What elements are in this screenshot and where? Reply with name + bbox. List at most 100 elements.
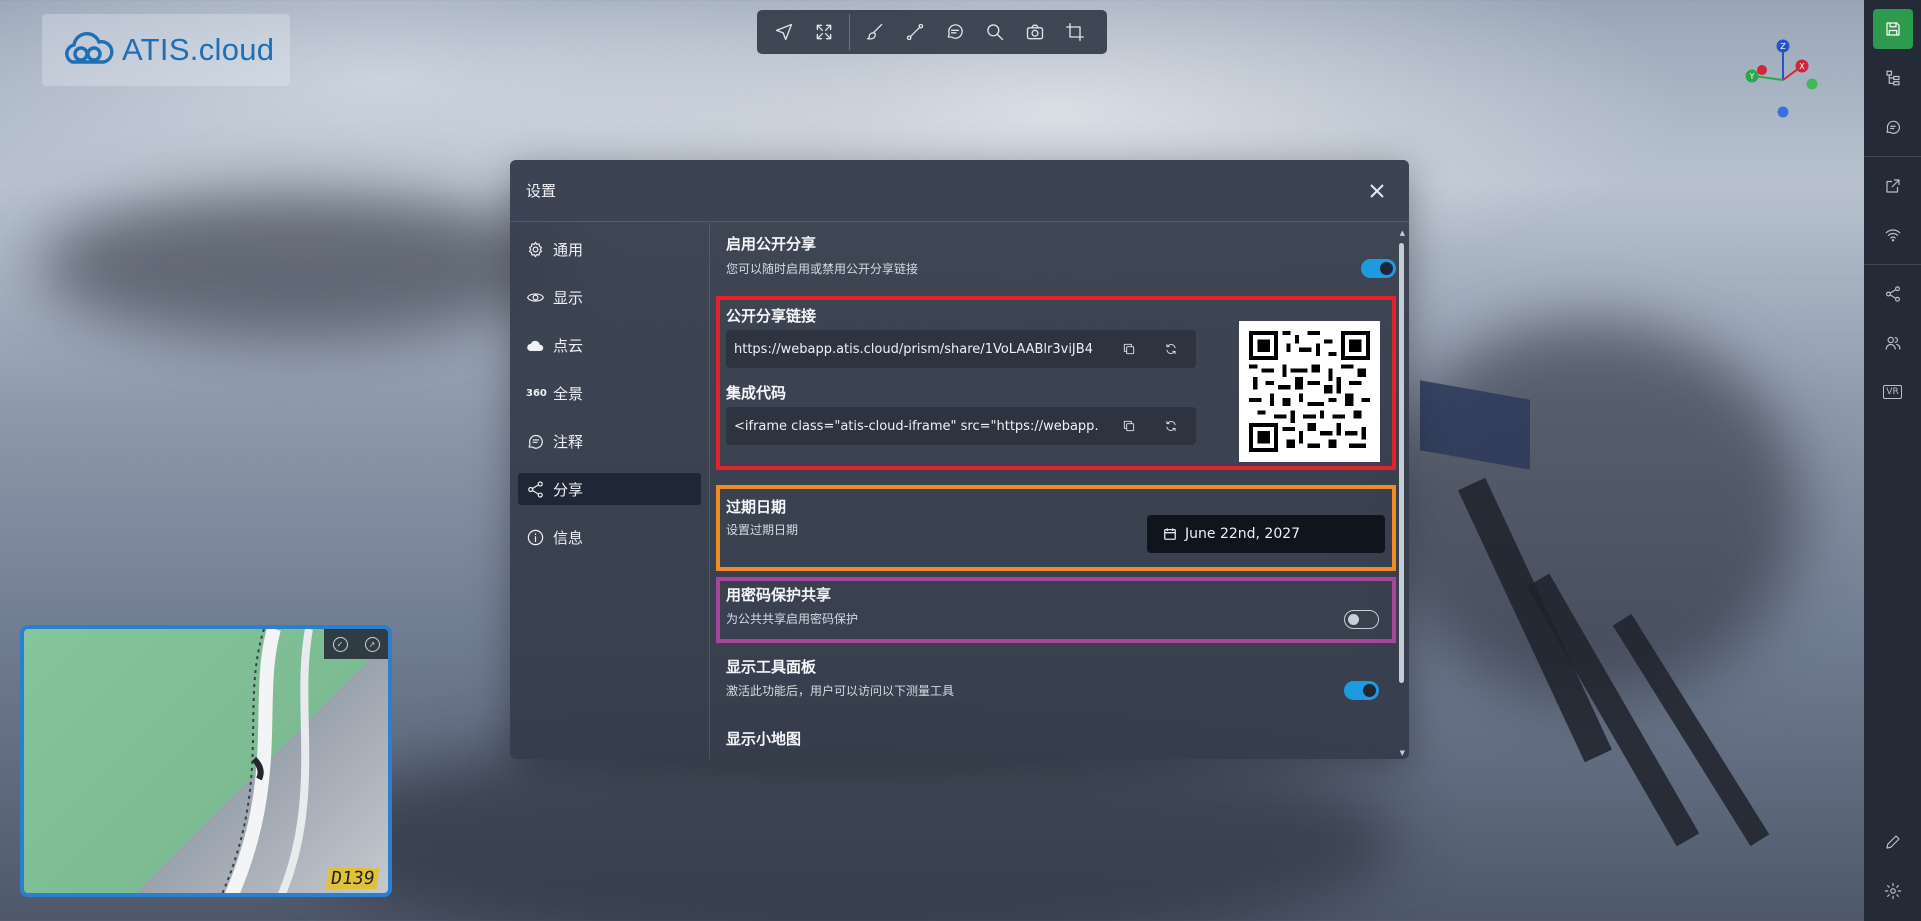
close-icon (1370, 183, 1384, 198)
layers-tree-button[interactable] (1873, 58, 1913, 98)
top-toolbar (757, 10, 1107, 54)
save-button[interactable] (1872, 9, 1913, 49)
scene-pointcloud (40, 190, 560, 340)
expiry-title: 过期日期 (726, 498, 787, 516)
minimap[interactable]: ✓ ↗ D139 (20, 625, 392, 897)
navigate-arrow-icon (775, 23, 793, 41)
qr-code-icon (1249, 331, 1370, 452)
expiry-desc: 设置过期日期 (726, 523, 799, 537)
cloud-icon (527, 340, 544, 351)
search-icon (987, 24, 1004, 41)
connection-button[interactable] (1873, 215, 1913, 255)
settings-dialog-header: 设置 (510, 160, 1409, 222)
calendar-icon (1164, 528, 1176, 540)
annotate-button[interactable] (936, 13, 974, 51)
password-desc: 为公共共享启用密码保护 (726, 612, 859, 626)
regenerate-link-button[interactable] (1162, 340, 1180, 358)
crop-icon (1066, 23, 1084, 41)
vr-button[interactable]: VR (1873, 372, 1913, 412)
nav-item-label: 显示 (553, 288, 584, 307)
users-button[interactable] (1873, 323, 1913, 363)
dialog-title: 设置 (526, 182, 557, 200)
copy-embed-button[interactable] (1120, 417, 1138, 435)
scroll-down-arrow[interactable]: ▼ (1400, 749, 1405, 757)
public-link-field[interactable]: https://webapp.atis.cloud/prism/share/1V… (726, 330, 1196, 368)
sidebar-divider (1864, 264, 1921, 265)
brush-icon (866, 23, 883, 40)
settings-dialog-body: 通用 显示 点云 360 全景 注释 分享 信息 ▲ ▼ 启用公开分享 您可以随… (510, 223, 1409, 759)
pencil-icon (1885, 835, 1900, 849)
minimap-location-label: D139 (325, 868, 380, 889)
toolbox-toggle[interactable] (1344, 681, 1379, 700)
public-link-title: 公开分享链接 (726, 307, 817, 325)
gizmo-x-label: X (1799, 62, 1805, 71)
nav-item-label: 通用 (553, 240, 584, 259)
minimap-setting-title: 显示小地图 (726, 730, 802, 748)
scene-pointcloud (1380, 320, 1800, 700)
crop-button[interactable] (1056, 13, 1094, 51)
scrollbar-thumb[interactable] (1399, 243, 1404, 683)
measure-line-icon (906, 23, 924, 41)
nav-item-label: 信息 (553, 528, 584, 547)
external-link-icon (1885, 179, 1900, 193)
screenshot-button[interactable] (1016, 13, 1054, 51)
copy-link-button[interactable] (1120, 340, 1138, 358)
minimap-recenter-button[interactable]: ✓ (332, 636, 348, 652)
minimap-expand-button[interactable]: ↗ (364, 636, 380, 652)
minimap-road (221, 629, 313, 893)
share-icon (1885, 286, 1900, 302)
embed-code-value: <iframe class="atis-cloud-iframe" src="h… (734, 418, 1099, 434)
comments-button[interactable] (1873, 107, 1913, 147)
fit-view-button[interactable] (805, 13, 843, 51)
brush-button[interactable] (856, 13, 894, 51)
gear-icon (528, 241, 543, 257)
public-share-toggle[interactable] (1361, 259, 1396, 278)
toolbar-divider (849, 14, 850, 50)
gear-icon (1884, 882, 1901, 900)
nav-item-annotations[interactable]: 注释 (518, 425, 701, 457)
toolbox-title: 显示工具面板 (726, 658, 817, 676)
comment-icon (1885, 120, 1900, 134)
share-settings-panel: ▲ ▼ 启用公开分享 您可以随时启用或禁用公开分享链接 公开分享链接 https… (710, 223, 1409, 759)
nav-item-general[interactable]: 通用 (518, 233, 701, 265)
gizmo-z-label: Z (1780, 42, 1786, 51)
expiry-date-value: June 22nd, 2027 (1185, 526, 1301, 542)
nav-item-info[interactable]: 信息 (518, 521, 701, 553)
nav-item-label: 分享 (553, 480, 584, 499)
save-icon (1885, 22, 1900, 36)
measure-button[interactable] (896, 13, 934, 51)
navigate-button[interactable] (765, 13, 803, 51)
wifi-icon (1885, 229, 1900, 242)
settings-button[interactable] (1873, 871, 1913, 911)
share-panel-button[interactable] (1873, 274, 1913, 314)
password-title: 用密码保护共享 (726, 586, 832, 604)
external-link-button[interactable] (1873, 166, 1913, 206)
expiry-date-picker[interactable]: June 22nd, 2027 (1147, 515, 1385, 553)
password-toggle[interactable] (1344, 610, 1379, 629)
nav-item-pointcloud[interactable]: 点云 (518, 329, 701, 361)
settings-dialog: 设置 通用 显示 点云 360 全景 注释 分享 信息 ▲ ▼ 启用公开分享 您… (510, 160, 1409, 759)
users-icon (1885, 336, 1900, 350)
nav-item-panorama[interactable]: 360 全景 (518, 377, 701, 409)
nav-item-label: 点云 (553, 336, 584, 355)
logo-text: ATIS.cloud (122, 32, 275, 67)
panorama-360-icon: 360 (526, 387, 547, 399)
sidebar-divider (1864, 156, 1921, 157)
edit-button[interactable] (1873, 822, 1913, 862)
search-button[interactable] (976, 13, 1014, 51)
cloud-logo-icon (65, 32, 114, 64)
embed-code-field[interactable]: <iframe class="atis-cloud-iframe" src="h… (726, 407, 1196, 445)
share-qr-code[interactable] (1239, 321, 1380, 462)
nav-item-display[interactable]: 显示 (518, 281, 701, 313)
settings-nav: 通用 显示 点云 360 全景 注释 分享 信息 (510, 223, 710, 759)
regenerate-embed-button[interactable] (1162, 417, 1180, 435)
vr-icon: VR (1883, 385, 1902, 399)
embed-code-title: 集成代码 (726, 384, 787, 402)
close-button[interactable] (1365, 179, 1389, 203)
nav-item-share[interactable]: 分享 (518, 473, 701, 505)
tree-structure-icon (1885, 70, 1900, 86)
axis-gizmo[interactable]: Z Y X (1740, 36, 1826, 122)
comment-icon (528, 434, 543, 449)
camera-icon (1026, 24, 1044, 40)
app-logo: ATIS.cloud (42, 14, 290, 86)
